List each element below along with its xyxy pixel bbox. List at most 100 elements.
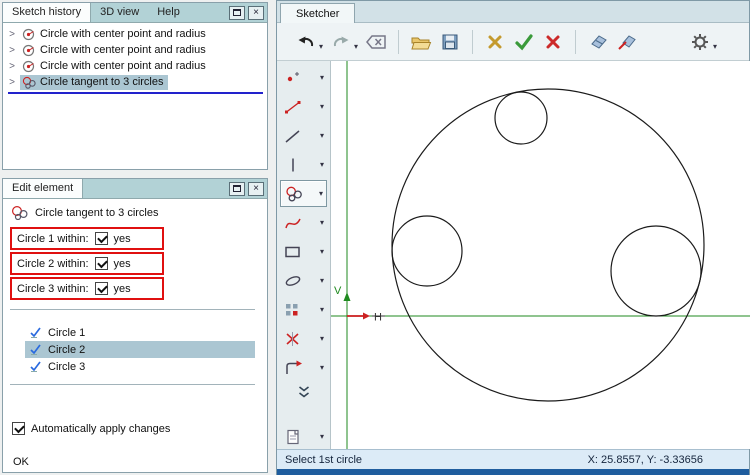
tool-line-two-points[interactable]: ▾ — [280, 93, 327, 120]
expand-arrow-icon[interactable]: > — [7, 61, 17, 72]
history-item-label: Circle with center point and radius — [40, 60, 206, 72]
settings-dropdown-icon[interactable]: ▾ — [713, 42, 717, 51]
line-two-points-icon — [285, 100, 301, 113]
point-tool-icon — [287, 71, 299, 81]
eraser-elements-button[interactable] — [614, 29, 640, 55]
history-item[interactable]: > Circle with center point and radius — [3, 58, 267, 74]
tool-spline[interactable]: ▾ — [280, 209, 327, 236]
rectangle-tool-icon — [285, 246, 300, 257]
tool-tangent-circles[interactable]: ▾ — [280, 180, 327, 207]
tool-rectangle[interactable]: ▾ — [280, 238, 327, 265]
tool-line[interactable]: ▾ — [280, 122, 327, 149]
ellipse-tool-icon — [285, 275, 301, 286]
sketcher-tabstrip: Sketcher — [277, 1, 749, 23]
eraser-button[interactable] — [585, 29, 611, 55]
toolbar-separator — [398, 29, 400, 54]
dropdown-arrow-icon[interactable]: ▾ — [320, 363, 324, 372]
dropdown-arrow-icon[interactable]: ▾ — [320, 73, 324, 82]
dropdown-arrow-icon[interactable]: ▾ — [320, 276, 324, 285]
tool-vertical-line[interactable]: ▾ — [280, 151, 327, 178]
tangent-circles-icon — [11, 205, 28, 220]
redo-button[interactable] — [328, 29, 354, 55]
vertical-line-tool-icon — [292, 158, 294, 171]
sketcher-panel: Sketcher ▾ ▾ ▾ ▾ ▾ ▾ ▾ ▾ ▾ ▾ ▾ ▾ ▾ ▾ ▾ V… — [276, 0, 750, 475]
dropdown-arrow-icon[interactable]: ▾ — [320, 305, 324, 314]
settings-button[interactable] — [687, 29, 713, 55]
circle-list-item[interactable]: Circle 3 — [25, 358, 255, 375]
circle3-within-checkbox[interactable] — [94, 282, 108, 295]
tab-sketch-history[interactable]: Sketch history — [3, 3, 92, 22]
history-item-selected[interactable]: > Circle tangent to 3 circles — [3, 74, 267, 90]
circle-with-center-icon — [22, 44, 35, 56]
expand-arrow-icon[interactable]: > — [7, 77, 17, 88]
tangent-circles-icon — [22, 76, 36, 89]
tool-corner[interactable]: ▾ — [280, 354, 327, 381]
expand-arrow-icon[interactable]: > — [7, 29, 17, 40]
maximize-icon[interactable] — [229, 5, 245, 20]
close-icon[interactable]: × — [248, 181, 264, 196]
delete-last-input-button[interactable] — [363, 29, 389, 55]
sketch-circle-right[interactable] — [610, 225, 702, 317]
circle1-within-checkbox[interactable] — [94, 232, 108, 245]
save-button[interactable] — [437, 29, 463, 55]
cancel-button[interactable] — [540, 29, 566, 55]
circle2-within-checkbox[interactable] — [94, 257, 108, 270]
circle2-within-row: Circle 2 within: yes — [10, 252, 164, 275]
undo-dropdown-icon[interactable]: ▾ — [319, 42, 323, 51]
discard-button[interactable] — [482, 29, 508, 55]
discard-x-icon — [488, 35, 502, 48]
tab-sketcher[interactable]: Sketcher — [280, 3, 356, 23]
dropdown-arrow-icon[interactable]: ▾ — [320, 432, 324, 441]
tab-3d-view[interactable]: 3D view — [91, 3, 148, 22]
history-item[interactable]: > Circle with center point and radius — [3, 26, 267, 42]
open-folder-icon — [411, 37, 432, 49]
circle-list-item[interactable]: Circle 1 — [25, 324, 255, 341]
dropdown-arrow-icon[interactable]: ▾ — [320, 247, 324, 256]
h-axis-arrow-icon — [363, 312, 370, 320]
dropdown-arrow-icon[interactable]: ▾ — [320, 160, 324, 169]
undo-button[interactable] — [293, 29, 319, 55]
history-tree: > Circle with center point and radius > … — [3, 23, 267, 94]
circle1-within-row: Circle 1 within: yes — [10, 227, 164, 250]
sketch-canvas-svg[interactable]: V H — [331, 61, 750, 449]
dropdown-arrow-icon[interactable]: ▾ — [320, 131, 324, 140]
sketch-circle-left[interactable] — [391, 215, 463, 287]
history-item[interactable]: > Circle with center point and radius — [3, 42, 267, 58]
tool-trim[interactable]: ▾ — [280, 325, 327, 352]
tool-pattern[interactable]: ▾ — [280, 296, 327, 323]
close-icon[interactable]: × — [248, 5, 264, 20]
redo-dropdown-icon[interactable]: ▾ — [354, 42, 358, 51]
maximize-icon[interactable] — [229, 181, 245, 196]
sketch-canvas[interactable]: V H — [331, 61, 750, 449]
tool-sheet[interactable]: ▾ — [280, 423, 327, 450]
bottom-strip — [277, 469, 749, 475]
tool-ellipse[interactable]: ▾ — [280, 267, 327, 294]
dropdown-arrow-icon[interactable]: ▾ — [320, 334, 324, 343]
separator — [10, 384, 255, 385]
tool-more[interactable] — [280, 383, 327, 401]
expand-arrow-icon[interactable]: > — [7, 45, 17, 56]
tool-point[interactable]: ▾ — [280, 64, 327, 91]
history-item-label: Circle tangent to 3 circles — [40, 76, 164, 88]
sketch-history-header: Sketch history 3D view Help × — [3, 3, 267, 23]
circle3-within-label: Circle 3 within: — [17, 282, 89, 295]
auto-apply-row: Automatically apply changes — [12, 422, 170, 435]
apply-button[interactable] — [511, 29, 537, 55]
red-x-icon — [546, 35, 560, 48]
history-item-label: Circle with center point and radius — [40, 44, 206, 56]
tab-help[interactable]: Help — [148, 3, 189, 22]
dropdown-arrow-icon[interactable]: ▾ — [319, 189, 323, 198]
auto-apply-checkbox[interactable] — [12, 422, 25, 435]
circle2-within-label: Circle 2 within: — [17, 257, 89, 270]
undo-icon — [298, 36, 314, 46]
dropdown-arrow-icon[interactable]: ▾ — [320, 102, 324, 111]
open-button[interactable] — [408, 29, 434, 55]
edit-element-panel: Edit element × Circle tangent to 3 circl… — [2, 178, 268, 473]
ok-button[interactable]: OK — [13, 456, 29, 468]
status-bar: Select 1st circle X: 25.8557, Y: -3.3365… — [277, 449, 749, 469]
circle-list-item-selected[interactable]: Circle 2 — [25, 341, 255, 358]
sketch-circle-outer[interactable] — [391, 88, 705, 402]
sketch-circle-top[interactable] — [494, 91, 548, 145]
auto-apply-label: Automatically apply changes — [31, 422, 171, 435]
dropdown-arrow-icon[interactable]: ▾ — [320, 218, 324, 227]
